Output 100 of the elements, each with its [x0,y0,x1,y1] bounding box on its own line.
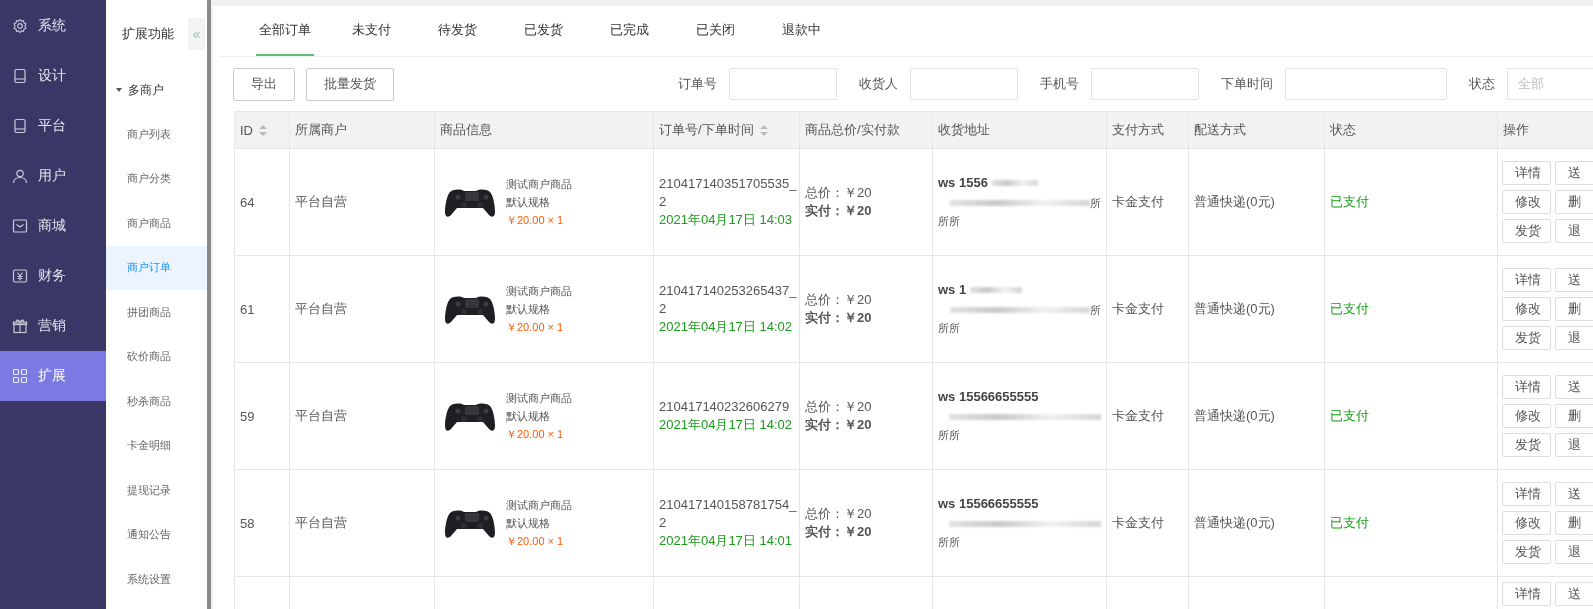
tab[interactable]: 未支付 [342,6,400,56]
row-action-button[interactable]: 送 [1555,375,1593,399]
menu-item[interactable]: 系统设置 [106,557,207,602]
row-action-button[interactable]: 送 [1555,582,1593,606]
address-text: 所所 [938,428,961,443]
menu-item[interactable]: 砍价商品 [106,334,207,379]
input-field[interactable] [1091,68,1199,100]
nav-item[interactable]: 系统 [0,1,106,51]
action-button[interactable]: 批量发货 [306,67,394,101]
row-action-button[interactable]: 详情 [1502,375,1551,399]
column-header[interactable]: ID [234,111,290,149]
tab[interactable]: 全部订单 [256,6,314,56]
order-time: 2021年04月17日 14:02 [659,416,793,434]
order-number: 210417140253265437_2 [659,282,798,318]
tab[interactable]: 已完成 [600,6,658,56]
paid-amount: 实付：￥20 [805,416,873,434]
payment-method: 卡金支付 [1112,515,1164,530]
nav-item[interactable]: 平台 [0,101,106,151]
row-action-button[interactable]: 详情 [1502,161,1551,185]
menu-item[interactable]: 商户列表 [106,112,207,157]
column-header: 商品总价/实付款 [799,111,933,149]
column-header: 状态 [1324,111,1498,149]
row-action-button[interactable]: 退 [1555,433,1593,457]
recipient-phone: ws 1 [938,282,967,297]
row-action-button[interactable]: 修改 [1502,404,1551,428]
paid-amount: 实付：￥20 [805,202,873,220]
filter-label: 状态 [1469,75,1495,93]
address-text: 所 [1090,302,1101,318]
nav-item[interactable]: 商城 [0,201,106,251]
payment-method: 卡金支付 [1112,301,1164,316]
menu-item[interactable]: 商户分类 [106,156,207,201]
nav-item[interactable]: 营销 [0,301,106,351]
column-header: 收货地址 [932,111,1107,149]
column-header: 操作 [1497,111,1593,149]
product-price: ￥20.00 × 1 [506,426,565,442]
column-header[interactable]: 订单号/下单时间 [653,111,800,149]
row-action-button[interactable]: 送 [1555,482,1593,506]
recipient-phone: ws 15566655555 [938,496,1039,511]
menu-item[interactable]: 商户商品 [106,201,207,246]
column-header: 所属商户 [289,111,435,149]
menu-item[interactable]: 秒杀商品 [106,379,207,424]
tablet-icon [12,118,28,134]
total-price: 总价：￥20 [805,398,873,416]
row-action-button[interactable]: 修改 [1502,511,1551,535]
address-text: 所所 [938,214,961,229]
delivery-method: 普通快递(0元) [1194,515,1275,530]
row-action-button[interactable]: 发货 [1502,540,1551,564]
nav-item[interactable]: 扩展 [0,351,106,401]
row-action-button[interactable]: 删 [1555,404,1593,428]
tab[interactable]: 已发货 [514,6,572,56]
grid-icon [12,368,28,384]
menu-item[interactable]: 通知公告 [106,512,207,557]
row-action-button[interactable]: 退 [1555,326,1593,350]
action-button[interactable]: 导出 [233,67,295,101]
row-action-button[interactable]: 删 [1555,297,1593,321]
nav-item[interactable]: 用户 [0,151,106,201]
row-action-button[interactable]: 修改 [1502,190,1551,214]
row-action-button[interactable]: 删 [1555,190,1593,214]
id-text: 58 [240,515,255,531]
order-number: 210417140158781754_2 [659,496,798,532]
address-text: 所 [1090,195,1101,211]
menu-item[interactable]: 卡金明细 [106,423,207,468]
order-number: 210417140351705535_2 [659,175,798,211]
row-action-button[interactable]: 发货 [1502,219,1551,243]
gear-icon [12,18,28,34]
row-action-button[interactable]: 送 [1555,268,1593,292]
row-action-button[interactable]: 详情 [1502,582,1551,606]
product-price: ￥20.00 × 1 [506,533,565,549]
panel-title: 扩展功能 [122,25,174,43]
tab[interactable]: 退款中 [772,6,830,56]
row-action-button[interactable]: 发货 [1502,326,1551,350]
merchant-name: 平台自营 [295,301,347,316]
menu-item[interactable]: 拼团商品 [106,290,207,335]
row-action-button[interactable]: 退 [1555,540,1593,564]
menu-group[interactable]: 多商户 [106,68,207,112]
row-action-button[interactable]: 送 [1555,161,1593,185]
order-time: 2021年04月17日 14:03 [659,211,793,229]
product-name: 测试商户商品 [506,176,572,192]
row-action-button[interactable]: 详情 [1502,482,1551,506]
tab[interactable]: 待发货 [428,6,486,56]
yen-icon [12,268,28,284]
row-action-button[interactable]: 发货 [1502,433,1551,457]
id-text: 61 [240,301,255,317]
menu-item[interactable]: 提现记录 [106,468,207,513]
tab[interactable]: 已关闭 [686,6,744,56]
delivery-method: 普通快递(0元) [1194,301,1275,316]
product-spec: 默认规格 [506,301,551,317]
input-field[interactable] [729,68,837,100]
row-action-button[interactable]: 退 [1555,219,1593,243]
row-action-button[interactable]: 修改 [1502,297,1551,321]
date-field[interactable] [1285,68,1447,100]
row-action-button[interactable]: 详情 [1502,268,1551,292]
input-field[interactable] [910,68,1018,100]
total-price: 总价：￥20 [805,505,873,523]
row-action-button[interactable]: 删 [1555,511,1593,535]
nav-item[interactable]: 设计 [0,51,106,101]
id-text: 64 [240,194,255,210]
delivery-method: 普通快递(0元) [1194,194,1275,209]
nav-item[interactable]: 财务 [0,251,106,301]
total-price: 总价：￥20 [805,184,873,202]
